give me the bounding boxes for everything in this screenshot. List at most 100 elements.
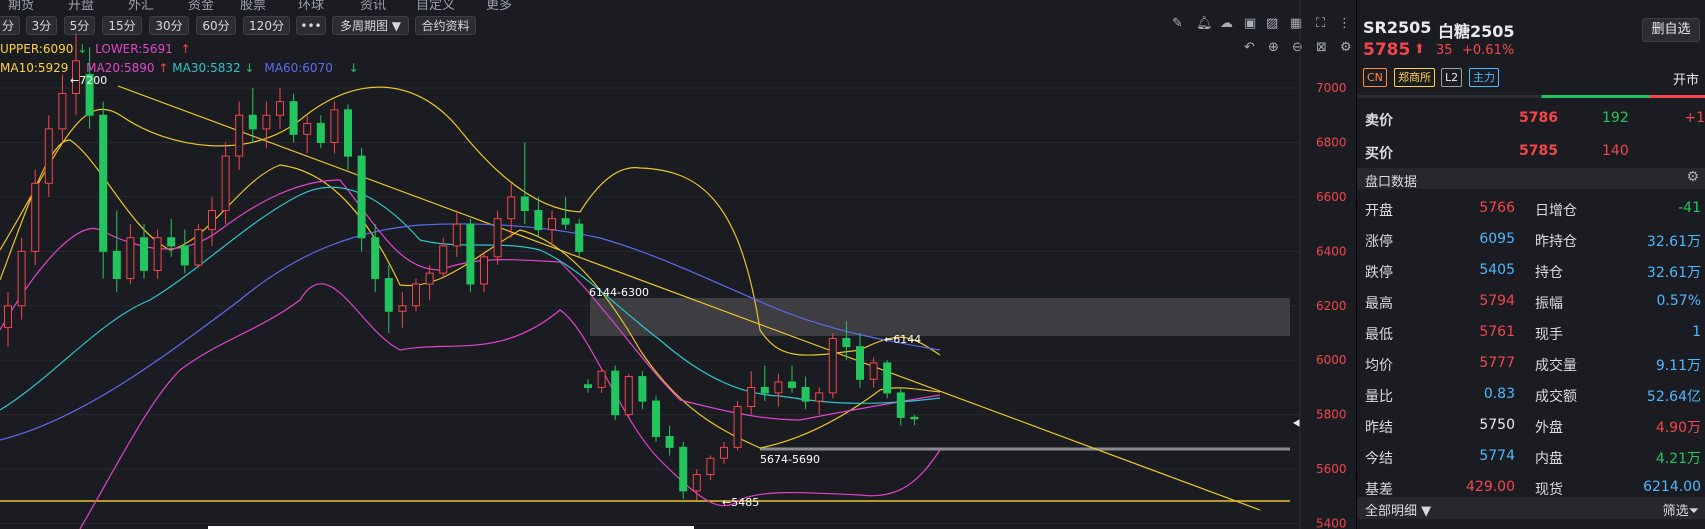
- quote-key-right: 振幅: [1535, 296, 1563, 312]
- candle-body: [624, 376, 633, 416]
- menu-item[interactable]: 更多: [486, 0, 512, 12]
- menu-item[interactable]: 资金: [188, 0, 214, 12]
- candle-body: [747, 386, 756, 408]
- cloud-icon[interactable]: ☁︎: [1220, 16, 1233, 31]
- period-button-120m[interactable]: 120分: [243, 16, 290, 35]
- quote-value-right: 32.61万: [1646, 234, 1701, 250]
- y-tick-label: 7000: [1316, 81, 1347, 95]
- candle-body: [788, 381, 796, 388]
- quote-key-left: 涨停: [1365, 234, 1393, 250]
- fullscreen-icon[interactable]: ⛶: [1316, 16, 1325, 31]
- quote-row: 昨结 5750 外盘 4.90万: [1357, 409, 1705, 440]
- candle-body: [774, 381, 783, 394]
- candle-body: [828, 337, 837, 394]
- quote-key-right: 成交量: [1535, 358, 1577, 374]
- candle-body: [883, 362, 892, 394]
- period-button-60m[interactable]: 60分: [196, 16, 236, 35]
- menu-item[interactable]: 股票: [240, 0, 266, 12]
- candle-body: [548, 218, 556, 231]
- alert-icon[interactable]: 🔔︎: [1196, 16, 1213, 31]
- period-button-1m[interactable]: 分: [0, 16, 20, 35]
- back-icon[interactable]: ↶: [1244, 40, 1255, 55]
- candle-body: [507, 196, 516, 220]
- ask-diff: +1: [1684, 110, 1705, 126]
- candle-body: [842, 337, 851, 348]
- menu-item[interactable]: 开盘: [68, 0, 94, 12]
- quote-row: 最低 5761 现手 1: [1357, 316, 1705, 347]
- more-button[interactable]: •••: [296, 16, 326, 35]
- ask-price: 5786: [1519, 110, 1558, 126]
- settings-icon[interactable]: ⚙︎: [1686, 169, 1699, 185]
- candle-body: [665, 435, 674, 448]
- contract-info-button[interactable]: 合约资料: [415, 16, 476, 35]
- quote-value-left: 429.00: [1466, 479, 1515, 495]
- period-button-30m[interactable]: 30分: [149, 16, 189, 35]
- filter-button[interactable]: 筛选⏷: [1663, 500, 1699, 519]
- quote-value-right: 1: [1692, 324, 1701, 340]
- down-arrow-icon: ↓: [77, 42, 88, 56]
- fit-icon[interactable]: ⊠: [1316, 40, 1327, 55]
- period-button-15m[interactable]: 15分: [102, 16, 142, 35]
- candle-body: [706, 457, 715, 476]
- settings-icon[interactable]: ⚙︎: [1340, 40, 1352, 55]
- candle-body: [679, 446, 688, 492]
- remove-favorite-button[interactable]: 删自选: [1642, 18, 1700, 42]
- candle-body: [330, 109, 339, 143]
- candle-body: [262, 114, 271, 130]
- ma10-line: [0, 139, 941, 449]
- quote-value-left: 5750: [1479, 417, 1515, 433]
- menu-item[interactable]: 环球: [298, 0, 324, 12]
- layout-icon[interactable]: ▦: [1290, 16, 1302, 31]
- filter-label: 筛选: [1662, 504, 1689, 519]
- candle-body: [17, 250, 26, 307]
- menu-item[interactable]: 外汇: [128, 0, 154, 12]
- draw-icon[interactable]: ✎: [1172, 16, 1183, 31]
- quote-row: 涨停 6095 昨持仓 32.61万: [1357, 223, 1705, 254]
- bid-volume: 140: [1602, 143, 1629, 159]
- quote-row: 最高 5794 振幅 0.57%: [1357, 285, 1705, 316]
- candle-body: [208, 210, 216, 231]
- screenshot-icon[interactable]: ▣: [1244, 16, 1256, 31]
- candle-body: [493, 218, 502, 258]
- candle-body: [371, 237, 380, 280]
- down-arrow-icon: ↓: [244, 61, 255, 75]
- period-button-3m[interactable]: 3分: [26, 16, 57, 35]
- menu-item[interactable]: 资讯: [360, 0, 386, 12]
- image-icon[interactable]: ▨: [1266, 16, 1278, 31]
- zoom-out-icon[interactable]: ⊖: [1292, 40, 1303, 55]
- quote-key-right: 日增仓: [1535, 203, 1577, 219]
- quote-row: 开盘 5766 日增仓 -41: [1357, 192, 1705, 223]
- ma-legend: MA10:5929 ↓ MA20:5890 ↑ MA30:5832 ↓ MA60…: [0, 61, 359, 75]
- candle-body: [235, 114, 244, 157]
- candle-body: [194, 229, 203, 266]
- candle-body: [289, 101, 298, 135]
- ma30-line: [0, 186, 941, 411]
- y-tick-label: 6200: [1316, 299, 1347, 313]
- candle-body: [910, 416, 919, 420]
- candlestick-chart[interactable]: 7000 6800 6600 6400 6200 6000 5800 5600 5400: [0, 0, 1356, 529]
- more-vert-icon[interactable]: ⋮: [1338, 16, 1351, 31]
- market-status: 开市: [1672, 73, 1699, 88]
- detail-tab[interactable]: 全部明细 ▼: [1365, 500, 1431, 519]
- y-tick-label: 6800: [1316, 135, 1347, 149]
- quote-value-right: 6214.00: [1643, 479, 1701, 495]
- up-arrow-icon: ↑: [158, 61, 169, 75]
- candle-body: [815, 392, 824, 402]
- last-price: 5785: [1363, 40, 1411, 60]
- upper-label: UPPER:6090: [0, 42, 74, 56]
- quote-row: 均价 5777 成交量 9.11万: [1357, 347, 1705, 378]
- ma30-label: MA30:5832: [172, 61, 241, 75]
- y-tick-label: 6600: [1316, 190, 1347, 204]
- candle-body: [466, 223, 475, 285]
- candle-body: [357, 155, 366, 239]
- multi-period-dropdown[interactable]: 多周期图 ▼: [332, 16, 409, 35]
- detail-header: 全部明细 ▼ 筛选⏷: [1357, 497, 1705, 519]
- quote-key-right: 现货: [1535, 482, 1563, 498]
- symbol-name: 白糖2505: [1438, 22, 1515, 41]
- trend-line: [117, 85, 1261, 511]
- zoom-in-icon[interactable]: ⊕: [1268, 40, 1279, 55]
- period-button-5m[interactable]: 5分: [64, 16, 95, 35]
- menu-item[interactable]: 自定义: [416, 0, 455, 12]
- menu-item[interactable]: 期货: [8, 0, 34, 12]
- ask-label: 卖价: [1365, 113, 1393, 129]
